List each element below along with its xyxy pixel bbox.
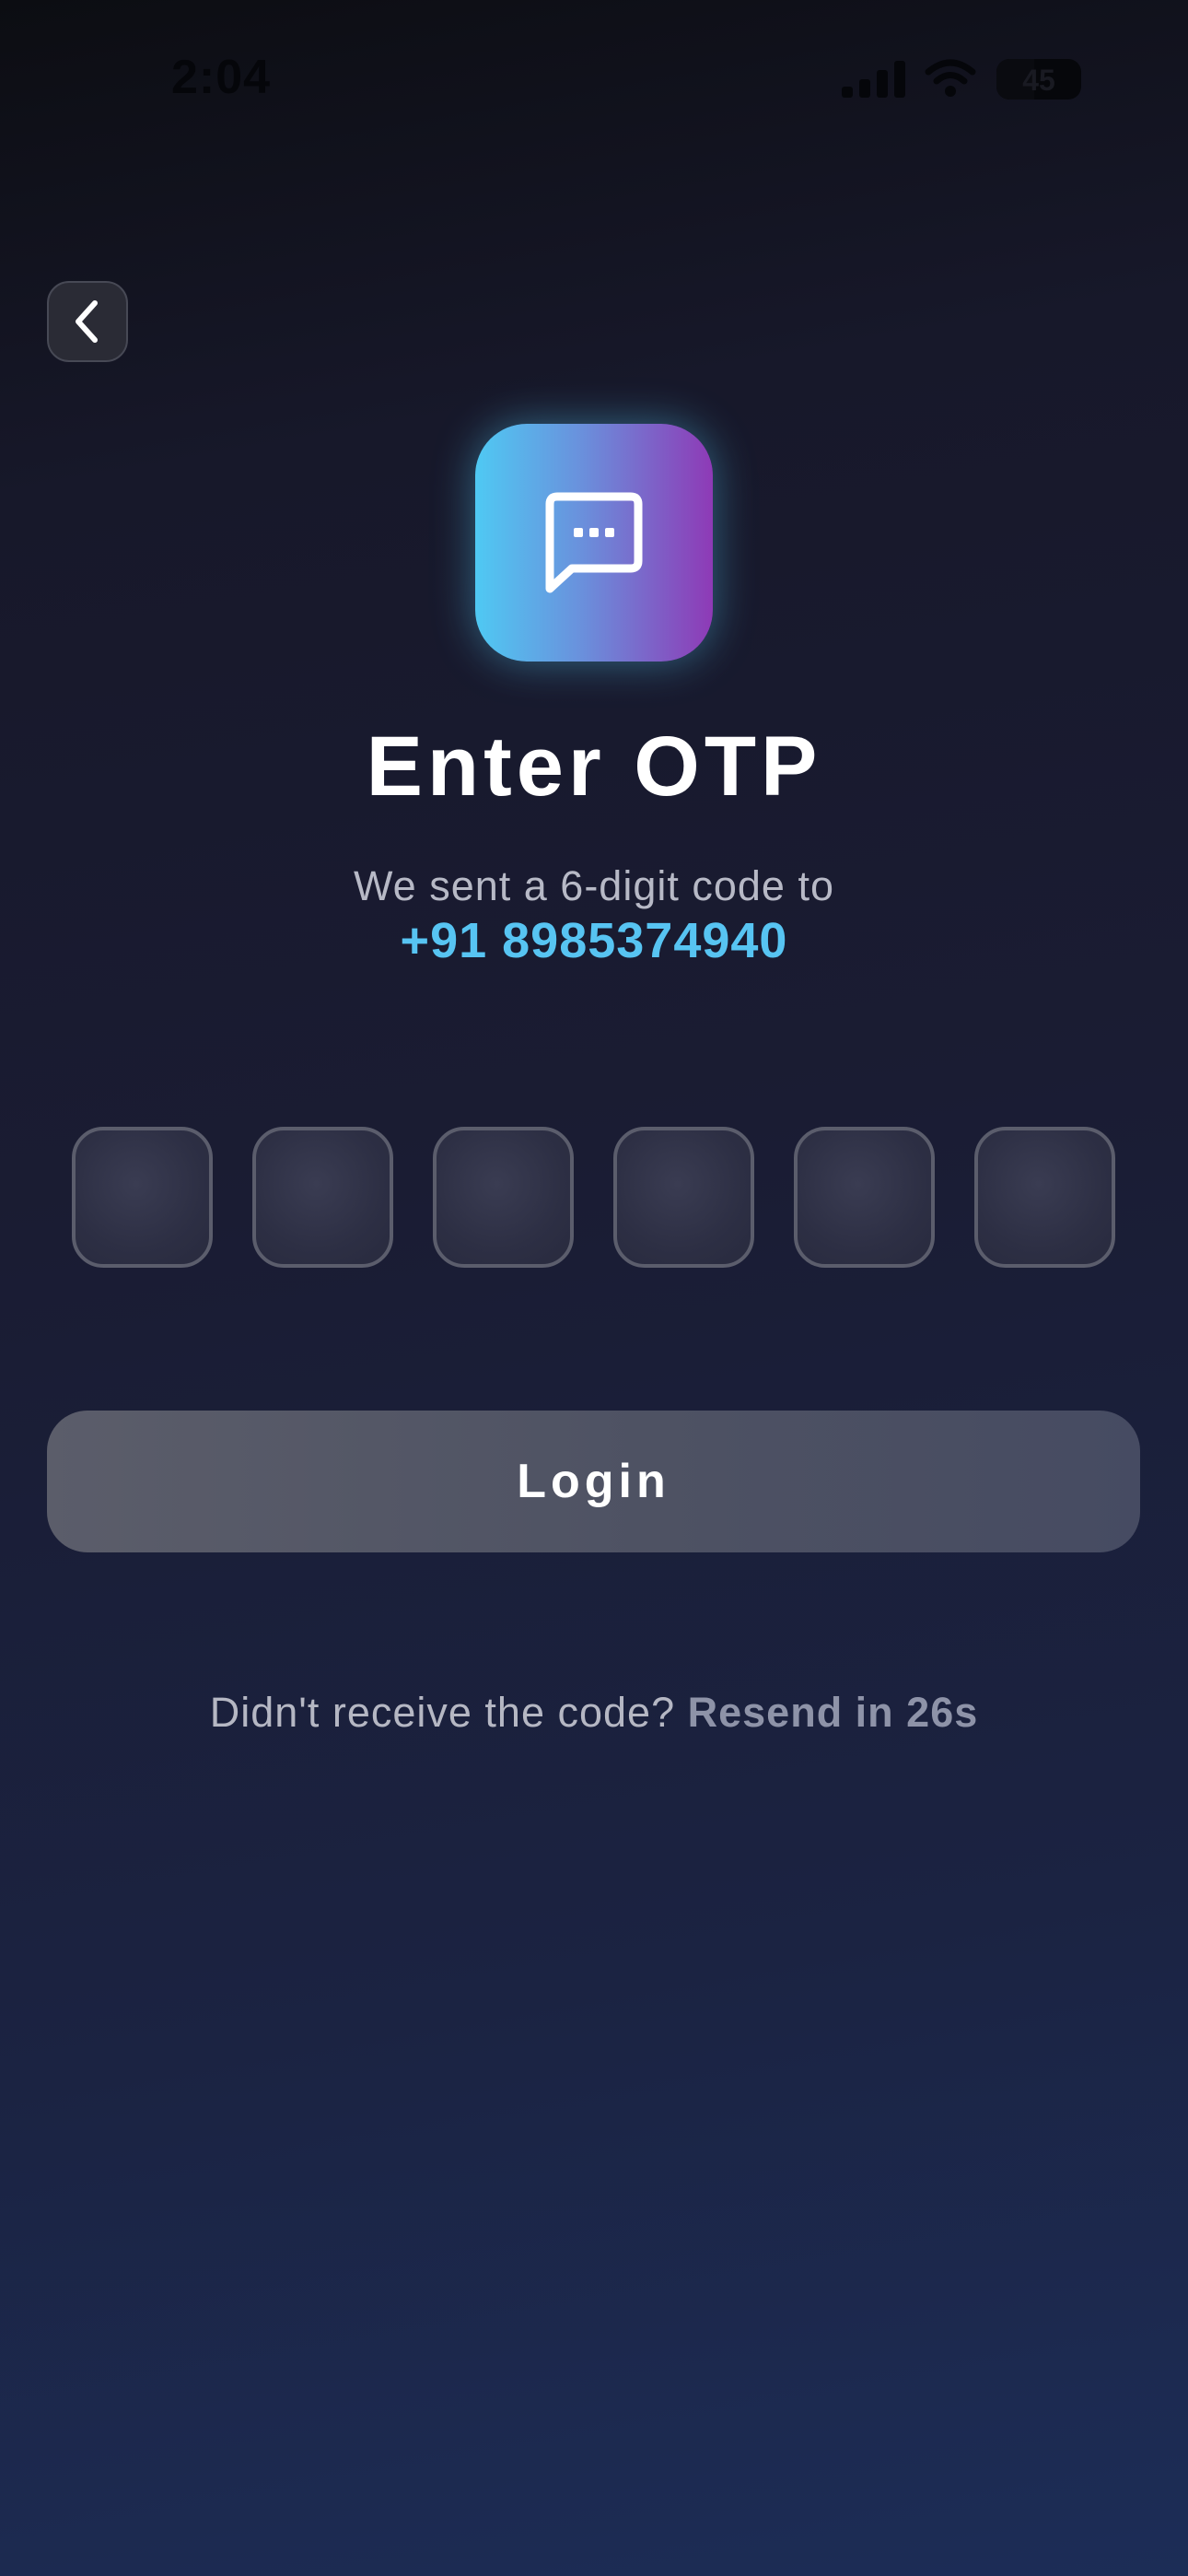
otp-screen: 2:04 45 Enter OTP We sent a 6-digit code…: [0, 0, 1188, 2576]
battery-level-text: 45: [1022, 64, 1055, 97]
otp-digit-6[interactable]: [974, 1127, 1115, 1268]
otp-digit-4[interactable]: [613, 1127, 754, 1268]
page-title: Enter OTP: [366, 720, 822, 814]
otp-digit-5[interactable]: [794, 1127, 935, 1268]
otp-digit-1[interactable]: [72, 1127, 213, 1268]
otp-input-row: [72, 1127, 1115, 1269]
status-time: 2:04: [171, 51, 272, 104]
chevron-left-icon: [76, 300, 98, 343]
otp-sent-subtitle: We sent a 6-digit code to: [354, 862, 834, 909]
cellular-signal-icon: [842, 61, 905, 98]
resend-link[interactable]: Resend in 26s: [688, 1689, 979, 1736]
login-button[interactable]: Login: [47, 1411, 1140, 1552]
wifi-icon: [925, 59, 976, 97]
app-icon: [475, 424, 713, 662]
otp-digit-2[interactable]: [252, 1127, 393, 1268]
otp-digit-3[interactable]: [433, 1127, 574, 1268]
message-dots-icon: [545, 492, 643, 593]
battery-icon: 45: [996, 59, 1081, 100]
resend-prompt: Didn't receive the code?: [209, 1689, 676, 1736]
resend-line: Didn't receive the code? Resend in 26s: [0, 1689, 1188, 1737]
back-button[interactable]: [47, 281, 128, 362]
phone-number: +91 8985374940: [400, 913, 788, 968]
